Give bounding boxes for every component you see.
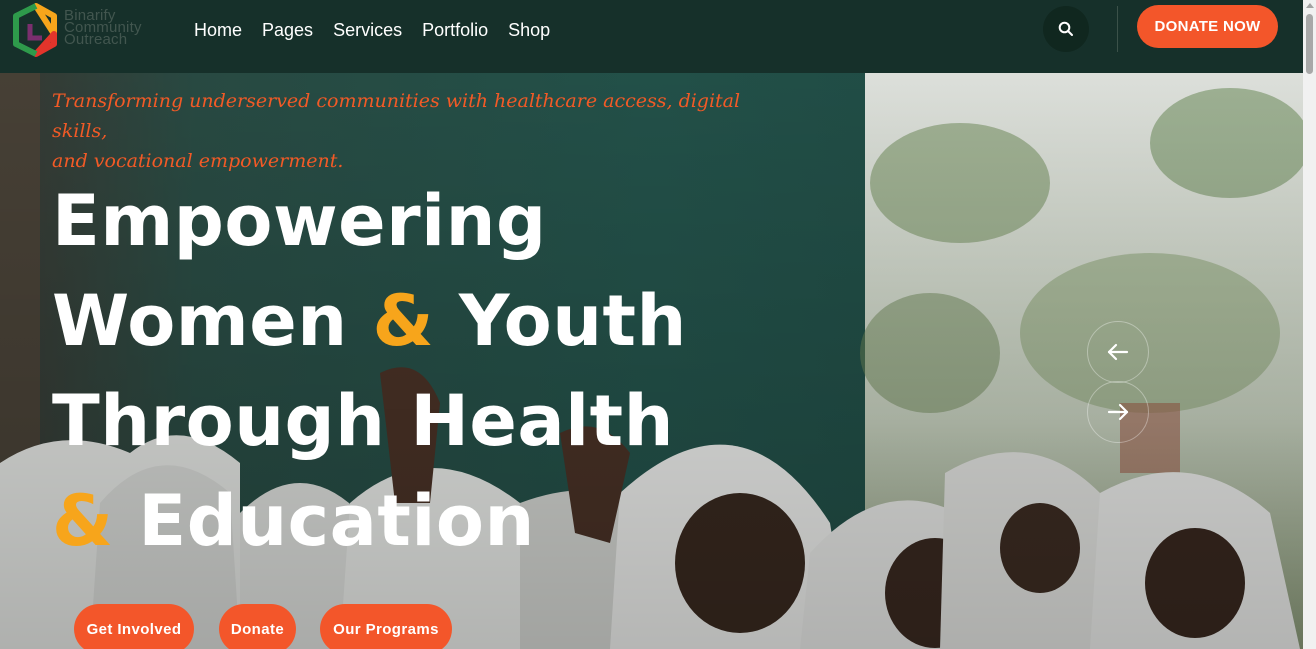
header-divider (1117, 6, 1118, 52)
nav-services[interactable]: Services (333, 19, 402, 41)
headline-line-4: & Education (52, 471, 812, 571)
headline-word: Women (52, 280, 348, 362)
search-button[interactable] (1043, 6, 1089, 52)
nav-shop[interactable]: Shop (508, 19, 550, 41)
slider-next-button[interactable] (1087, 381, 1149, 443)
arrow-right-icon (1107, 403, 1129, 421)
scrollbar-thumb[interactable] (1306, 14, 1313, 74)
logo-text: Binarify Community Outreach (64, 8, 174, 48)
headline-line-2: Women & Youth (52, 271, 812, 371)
slider-prev-button[interactable] (1087, 321, 1149, 383)
headline-word: Education (138, 480, 535, 562)
headline-line-1: Empowering (52, 180, 547, 262)
hero-headline: Empowering Women & Youth Through Health … (52, 171, 812, 571)
donate-button[interactable]: Donate (219, 604, 296, 649)
search-icon (1058, 21, 1073, 36)
headline-ampersand: & (52, 480, 114, 562)
donate-now-button[interactable]: DONATE NOW (1137, 5, 1278, 48)
headline-ampersand: & (372, 280, 434, 362)
hero-section: Transforming underserved communities wit… (0, 73, 1303, 649)
scroll-up-arrow-icon[interactable] (1306, 3, 1314, 8)
site-header: Binarify Community Outreach Home Pages S… (0, 0, 1303, 73)
get-involved-button[interactable]: Get Involved (74, 604, 194, 649)
nav-pages[interactable]: Pages (262, 19, 313, 41)
our-programs-button[interactable]: Our Programs (320, 604, 452, 649)
arrow-left-icon (1107, 343, 1129, 361)
logo-text-line: Outreach (64, 31, 128, 48)
page-scrollbar[interactable] (1303, 0, 1316, 649)
headline-line-3: Through Health (52, 380, 674, 462)
logo-mark-icon (13, 3, 57, 57)
site-logo[interactable]: Binarify Community Outreach (10, 2, 170, 58)
main-nav: Home Pages Services Portfolio Shop (194, 19, 550, 41)
nav-portfolio[interactable]: Portfolio (422, 19, 488, 41)
hero-tagline: Transforming underserved communities wit… (52, 86, 772, 176)
nav-home[interactable]: Home (194, 19, 242, 41)
tagline-line: Transforming underserved communities wit… (52, 90, 741, 142)
headline-word: Youth (458, 280, 687, 362)
